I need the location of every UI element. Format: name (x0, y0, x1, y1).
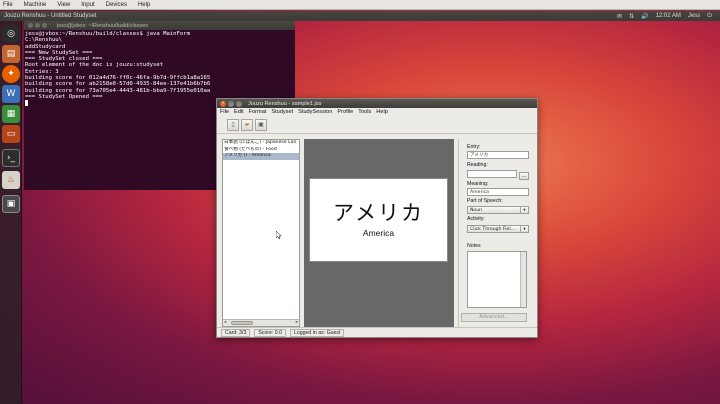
menu-help[interactable]: Help (376, 109, 388, 115)
reading-label: Reading: (467, 162, 488, 168)
save-icon[interactable]: ▣ (255, 118, 267, 131)
card-list-item[interactable]: 日本語 (にほんご) - Japanese Lan (223, 140, 299, 147)
firefox-icon[interactable]: ✦ (2, 65, 20, 83)
jouzu-renshuu-window[interactable]: × – □ Jouzu Renshuu - sample1.jss File E… (216, 98, 538, 338)
libreoffice-calc-icon[interactable]: ▦ (2, 105, 20, 123)
terminal-icon[interactable]: ›_ (2, 149, 20, 167)
email-icon[interactable]: ✉ (617, 13, 622, 20)
notes-label: Notes (467, 243, 481, 249)
vm-menu-devices[interactable]: Devices (106, 2, 127, 8)
app-titlebar[interactable]: × – □ Jouzu Renshuu - sample1.jss (217, 99, 537, 108)
window-controls: × – □ (220, 100, 242, 107)
window-controls (28, 23, 47, 28)
vm-menu-machine[interactable]: Machine (24, 2, 47, 8)
minimize-icon[interactable] (35, 23, 40, 28)
reading-field[interactable] (467, 170, 517, 178)
text-cursor (25, 100, 28, 107)
vertical-scrollbar[interactable] (520, 252, 526, 307)
menu-studyset[interactable]: Studyset (271, 109, 293, 115)
volume-icon[interactable]: 🔊 (641, 13, 648, 20)
meaning-field[interactable]: America (467, 188, 529, 196)
notes-textarea[interactable] (467, 251, 527, 308)
card-preview-pane: アメリカ America (304, 139, 454, 327)
menu-format[interactable]: Format (249, 109, 267, 115)
launcher: ◎ ▤ ✦ W ▦ ▭ ›_ ♨ ▣ (0, 21, 22, 404)
app-title: Jouzu Renshuu - sample1.jss (248, 100, 322, 107)
part-of-speech-value: Noun (470, 208, 483, 213)
menu-tools[interactable]: Tools (358, 109, 371, 115)
menu-edit[interactable]: Edit (234, 109, 244, 115)
close-icon[interactable]: × (220, 100, 226, 107)
terminal-title: jess@jvbox: ~/Renshuu/build/classes (57, 22, 149, 29)
flashcard-term: アメリカ (333, 201, 424, 225)
entry-field[interactable]: アメリカ (467, 151, 529, 159)
activity-select[interactable]: Click Through Fiel... ▾ (467, 225, 529, 233)
maximize-icon[interactable]: □ (236, 100, 242, 107)
power-icon[interactable]: ⏻ (707, 13, 712, 20)
open-folder-icon[interactable]: ▰ (241, 118, 253, 131)
new-file-icon[interactable]: ▯ (227, 118, 239, 131)
part-of-speech-label: Part of Speech: (467, 198, 503, 204)
card-list[interactable]: 日本語 (にほんご) - Japanese Lan 食べ物 (たべもの) - F… (222, 139, 300, 327)
card-list-item-selected[interactable]: アメリカ () - America (223, 153, 299, 160)
menu-profile[interactable]: Profile (337, 109, 353, 115)
terminal-output[interactable]: jess@jvbox:~/Renshuu/build/classes$ java… (24, 30, 295, 107)
maximize-icon[interactable] (42, 23, 47, 28)
vm-menu-file[interactable]: File (3, 2, 13, 8)
scroll-right-icon[interactable]: ▸ (296, 320, 298, 326)
app-menubar: File Edit Format Studyset StudySession P… (217, 108, 537, 116)
libreoffice-impress-icon[interactable]: ▭ (2, 125, 20, 143)
clock[interactable]: 12:02 AM (656, 13, 681, 19)
vm-menu-view[interactable]: View (57, 2, 70, 8)
part-of-speech-select[interactable]: Noun ▾ (467, 206, 529, 214)
top-panel: Jouzu Renshuu - Untitled Studyset ✉ ⇅ 🔊 … (0, 11, 720, 21)
workspace-icon[interactable]: ▣ (2, 195, 20, 213)
libreoffice-writer-icon[interactable]: W (2, 85, 20, 103)
chevron-down-icon: ▾ (520, 226, 528, 232)
minimize-icon[interactable]: – (228, 100, 234, 107)
active-window-title: Jouzu Renshuu - Untitled Studyset (4, 13, 97, 19)
scroll-left-icon[interactable]: ◂ (224, 320, 226, 326)
user-name[interactable]: Jess (688, 13, 700, 19)
activity-label: Activity: (467, 216, 485, 222)
activity-value: Click Through Fiel... (470, 227, 515, 232)
flashcard-meaning: America (362, 228, 395, 238)
java-app-icon[interactable]: ♨ (2, 171, 20, 189)
status-bar: Card: 3/3 Score: 0.0 Logged in as: Guest (217, 327, 537, 337)
vm-menubar: File Machine View Input Devices Help (0, 0, 720, 10)
advanced-button[interactable]: Advanced... (461, 313, 527, 322)
card-details-panel: Entry: アメリカ Reading: ... Meaning: Americ… (458, 139, 534, 327)
meaning-label: Meaning: (467, 181, 489, 187)
menu-file[interactable]: File (220, 109, 229, 115)
toolbar: ▯ ▰ ▣ (217, 116, 537, 134)
indicator-area: ✉ ⇅ 🔊 12:02 AM Jess ⏻ (617, 13, 720, 20)
reading-lookup-button[interactable]: ... (519, 172, 529, 180)
menu-studysession[interactable]: StudySession (298, 109, 332, 115)
files-icon[interactable]: ▤ (2, 45, 20, 63)
vm-menu-input[interactable]: Input (81, 2, 94, 8)
scrollbar-thumb[interactable] (231, 321, 253, 325)
close-icon[interactable] (28, 23, 33, 28)
horizontal-scrollbar[interactable]: ◂ ▸ (223, 319, 299, 326)
network-icon[interactable]: ⇅ (629, 13, 634, 20)
flashcard[interactable]: アメリカ America (309, 178, 448, 262)
logged-in-user: Logged in as: Guest (290, 328, 345, 337)
score-display: Score: 0.0 (254, 328, 286, 337)
ubuntu-home-icon[interactable]: ◎ (2, 25, 20, 43)
mouse-pointer-icon (276, 231, 282, 239)
chevron-down-icon: ▾ (520, 207, 528, 213)
card-count: Card: 3/3 (221, 328, 251, 337)
entry-label: Entry: (467, 144, 481, 150)
terminal-titlebar[interactable]: jess@jvbox: ~/Renshuu/build/classes (24, 21, 295, 30)
vm-menu-help[interactable]: Help (138, 2, 150, 8)
